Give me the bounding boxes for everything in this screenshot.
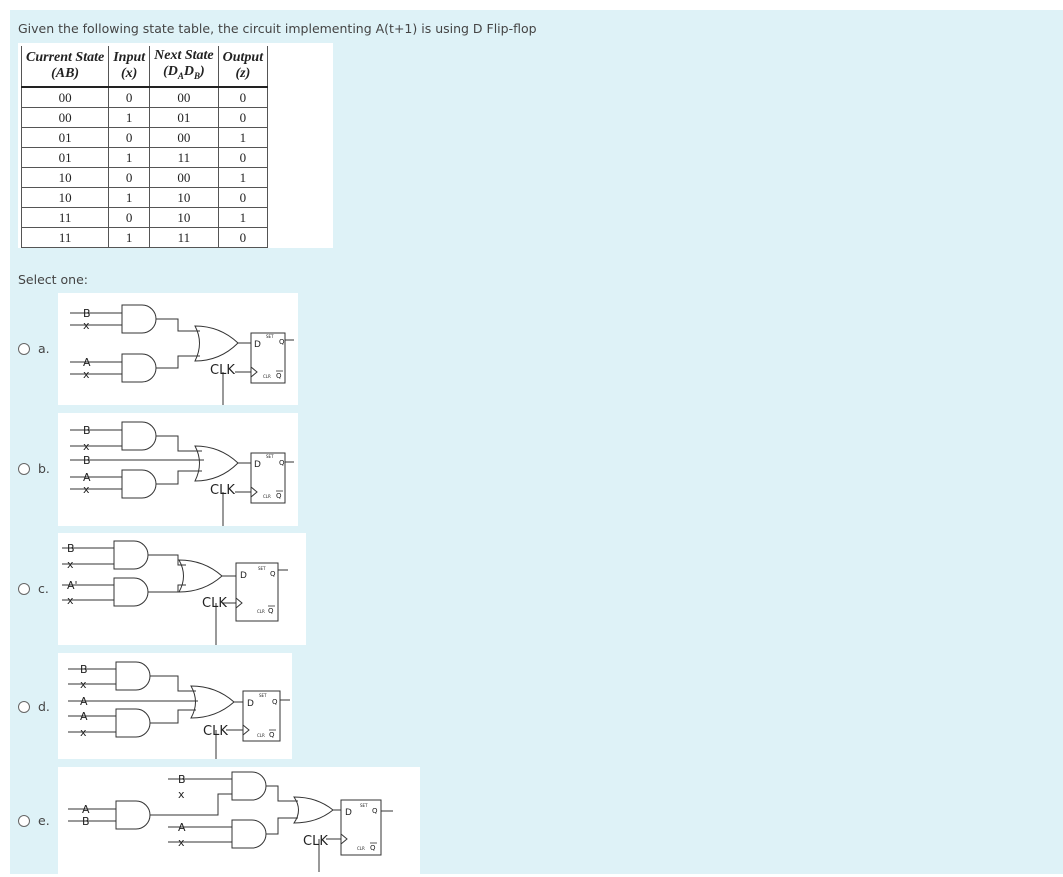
col-output: Output (z)	[217, 46, 269, 88]
table-row: 11 1 11 0	[20, 226, 269, 248]
option-letter-e: e.	[38, 813, 50, 828]
input-label: x	[83, 368, 90, 381]
clr-pin-label: CLR	[263, 374, 271, 379]
clk-label: CLK	[210, 483, 235, 498]
d-pin-label: D	[254, 340, 261, 350]
d-pin-label: D	[345, 808, 352, 818]
set-pin-label: SET	[266, 334, 274, 339]
col-next-state: Next State (DADB)	[149, 46, 219, 88]
table-row: 10 0 00 1	[20, 166, 269, 188]
table-row: 01 1 11 0	[20, 146, 269, 168]
state-table: Current State (AB) Input (x) Next State (DA…	[20, 46, 269, 248]
circuit-diagram-d: B x A A x D Q SET CLR Q CLK	[58, 653, 292, 759]
qbar-pin-label: Q	[276, 372, 282, 380]
clk-label: CLK	[303, 834, 328, 849]
q-pin-label: Q	[372, 807, 378, 815]
circuit-diagram-c: B x A' x D Q SET CLR Q CLK	[58, 533, 306, 645]
q-pin-label: Q	[270, 570, 276, 578]
radio-button-d[interactable]	[18, 701, 30, 713]
input-label: A	[178, 821, 186, 834]
clk-label: CLK	[203, 724, 228, 739]
input-label: A	[80, 695, 88, 708]
table-row: 01 0 00 1	[20, 126, 269, 148]
option-letter-b: b.	[38, 461, 50, 476]
circuit-diagram-e: A B B x A x D Q SET CLR Q CLK	[58, 767, 420, 875]
state-table-container: Current State (AB) Input (x) Next State (DA…	[18, 43, 333, 248]
d-pin-label: D	[254, 460, 261, 470]
clr-pin-label: CLR	[263, 494, 271, 499]
select-one-label: Select one:	[18, 272, 89, 287]
input-label: B	[67, 542, 75, 555]
input-label: x	[178, 788, 185, 801]
d-pin-label: D	[247, 699, 254, 709]
option-letter-a: a.	[38, 341, 50, 356]
set-pin-label: SET	[360, 803, 368, 808]
q-pin-label: Q	[279, 338, 285, 346]
input-label: x	[83, 440, 90, 453]
input-label: B	[83, 424, 91, 437]
table-row: 11 0 10 1	[20, 206, 269, 228]
option-letter-c: c.	[38, 581, 49, 596]
input-label: x	[83, 319, 90, 332]
radio-button-e[interactable]	[18, 815, 30, 827]
set-pin-label: SET	[266, 454, 274, 459]
input-label: B	[178, 773, 186, 786]
input-label: B	[80, 663, 88, 676]
q-pin-label: Q	[272, 698, 278, 706]
col-current-state: Current State (AB)	[20, 46, 110, 88]
clr-pin-label: CLR	[257, 733, 265, 738]
d-pin-label: D	[240, 571, 247, 581]
question-text: Given the following state table, the cir…	[18, 21, 537, 36]
clr-pin-label: CLR	[357, 846, 365, 851]
state-table-body: 00 0 00 0 00 1 01 0 01 0 00 1 01 1 11 0 10 0 00 1 10 1 10…	[20, 86, 269, 248]
input-label: x	[178, 836, 185, 849]
table-row: 10 1 10 0	[20, 186, 269, 208]
radio-button-b[interactable]	[18, 463, 30, 475]
qbar-pin-label: Q	[268, 607, 274, 615]
clk-label: CLK	[202, 596, 227, 611]
input-label: x	[67, 558, 74, 571]
set-pin-label: SET	[258, 566, 266, 571]
radio-button-c[interactable]	[18, 583, 30, 595]
circuit-diagram-a: B x A x D Q SET CLR Q CLK	[58, 293, 298, 405]
option-letter-d: d.	[38, 699, 50, 714]
input-label: x	[83, 483, 90, 496]
table-row: 00 1 01 0	[20, 106, 269, 128]
qbar-pin-label: Q	[276, 492, 282, 500]
input-label: A'	[67, 579, 78, 592]
set-pin-label: SET	[259, 693, 267, 698]
clr-pin-label: CLR	[257, 609, 265, 614]
input-label: x	[67, 594, 74, 607]
radio-button-a[interactable]	[18, 343, 30, 355]
col-input: Input (x)	[108, 46, 151, 88]
qbar-pin-label: Q	[370, 844, 376, 852]
circuit-diagram-b: B x B A x D Q SET CLR Q CLK	[58, 413, 298, 526]
input-label: A	[80, 710, 88, 723]
clk-label: CLK	[210, 363, 235, 378]
input-label: B	[83, 454, 91, 467]
input-label: B	[82, 815, 90, 828]
q-pin-label: Q	[279, 459, 285, 467]
qbar-pin-label: Q	[269, 731, 275, 739]
input-label: x	[80, 678, 87, 691]
table-row: 00 0 00 0	[20, 86, 269, 108]
input-label: x	[80, 726, 87, 739]
